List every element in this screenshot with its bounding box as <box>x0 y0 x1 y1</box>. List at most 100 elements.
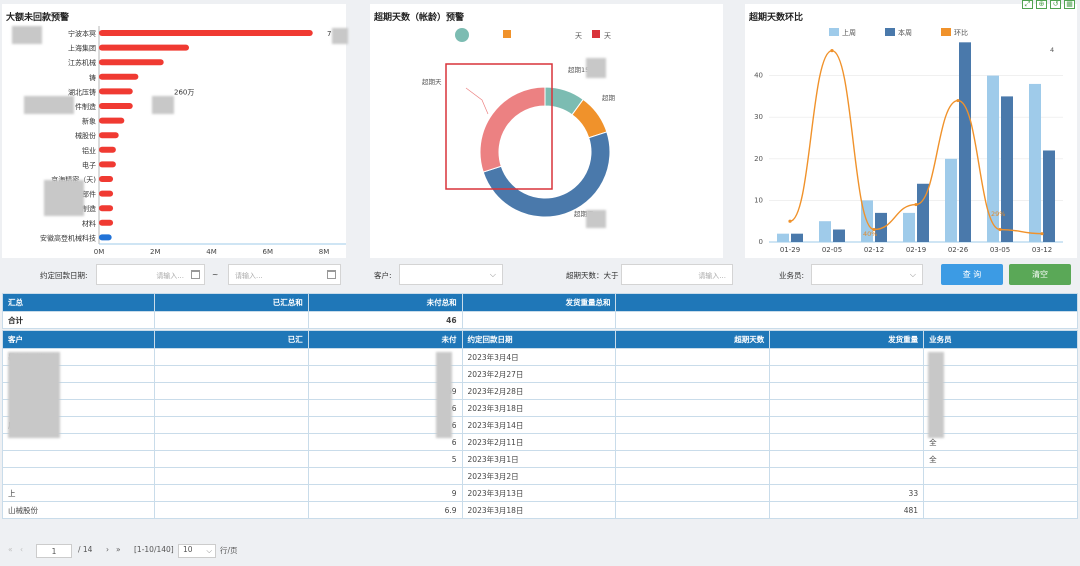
table-cell <box>769 467 925 485</box>
date-from-input[interactable]: 请输入... <box>96 264 205 285</box>
table-cell <box>615 484 771 502</box>
salesman-select[interactable]: ⌵ <box>811 264 923 285</box>
next-page-icon[interactable]: › <box>106 545 109 554</box>
column-header[interactable]: 客户 <box>2 330 155 349</box>
table-cell <box>153 450 309 468</box>
data-label: 29% <box>991 210 1005 218</box>
page-number-input[interactable]: 1 <box>36 544 72 558</box>
x-tick-label: 02-19 <box>906 246 926 254</box>
table-cell <box>923 467 1078 485</box>
data-label: 40% <box>863 230 877 238</box>
table-cell: 2023年3月13日 <box>461 484 617 502</box>
x-tick-label: 0M <box>94 248 105 256</box>
bar <box>99 44 189 51</box>
last-page-icon[interactable]: » <box>116 545 121 554</box>
table-cell <box>615 501 771 519</box>
bar <box>99 30 313 36</box>
table-row[interactable]: 6 2023年3月18日 <box>2 399 1078 417</box>
table-row[interactable]: 山械股份 6.9 2023年3月18日 481 <box>2 501 1078 519</box>
customer-select[interactable]: ⌵ <box>399 264 503 285</box>
column-header[interactable]: 约定回款日期 <box>461 330 617 349</box>
bar-value-label: 260万 <box>174 88 194 96</box>
label-line <box>465 87 489 115</box>
last-week-bar <box>777 233 789 242</box>
table-cell <box>153 365 309 383</box>
table-row[interactable]: 上 9 2023年3月13日 33 <box>2 484 1078 502</box>
table-cell <box>923 399 1078 417</box>
date-to-input[interactable]: 请输入... <box>228 264 341 285</box>
ratio-point <box>914 202 918 207</box>
last-week-bar <box>1029 83 1041 242</box>
overdue-days-placeholder: 请输入... <box>698 272 726 280</box>
table-cell: 2023年2月27日 <box>461 365 617 383</box>
last-week-bar <box>903 212 915 242</box>
table-cell <box>769 382 925 400</box>
overdue-days-label: 超期天数：大于 <box>566 271 619 280</box>
per-page-label: 行/页 <box>220 546 238 555</box>
table-row[interactable]: 2023年3月2日 <box>2 467 1078 485</box>
bar-category-label: 宁波本冥 <box>68 29 96 38</box>
table-row[interactable]: 属压铸62023年3月14日 <box>2 416 1078 434</box>
customer-label: 客户: <box>374 271 392 280</box>
x-tick-label: 4M <box>206 248 217 256</box>
prev-page-icon[interactable]: ‹ <box>20 545 23 554</box>
summary-header: 未付总和 <box>307 293 463 312</box>
slice-label: 超期 <box>602 93 616 102</box>
table-cell <box>769 348 925 366</box>
column-header[interactable]: 已汇 <box>153 330 309 349</box>
table-row[interactable]: 5 2023年3月1日 全 <box>2 450 1078 468</box>
legend-label: 天 <box>575 32 582 40</box>
column-header[interactable]: 业务员 <box>923 330 1078 349</box>
page-size-value: 10 <box>183 545 193 554</box>
overdue-days-input[interactable]: 请输入... <box>621 264 733 285</box>
date-to-placeholder: 请输入... <box>235 272 263 280</box>
table-row[interactable]: 暑部件（郑州）2023年3月4日 <box>2 348 1078 366</box>
last-week-bar <box>945 158 957 242</box>
table-cell: 2023年3月14日 <box>461 416 617 434</box>
table-cell <box>2 467 155 485</box>
slice-label: 超期天 <box>422 77 442 86</box>
table-cell <box>615 382 771 400</box>
table-cell <box>923 484 1078 502</box>
this-week-bar <box>833 229 845 242</box>
bar-category-label: 械股份 <box>75 131 96 140</box>
table-cell: 6.9 <box>307 501 463 519</box>
legend-swatch <box>829 28 839 36</box>
due-date-label: 约定回款日期: <box>40 271 88 280</box>
this-week-bar <box>1001 96 1013 243</box>
ratio-point <box>998 227 1002 232</box>
query-button[interactable]: 查 询 <box>941 264 1003 285</box>
ratio-point <box>1040 232 1044 236</box>
table-cell: 全 <box>923 433 1078 451</box>
summary-cell <box>461 311 617 329</box>
calendar-icon[interactable] <box>191 270 200 279</box>
bar-category-label: 电子 <box>82 160 96 169</box>
table-cell <box>923 501 1078 519</box>
summary-cell: 合计 <box>2 311 155 329</box>
column-header[interactable]: 发货重量 <box>769 330 925 349</box>
table-cell: 2023年2月11日 <box>461 433 617 451</box>
bar-category-label: 江苏机械 <box>68 58 96 67</box>
overdue-amount-panel: 大额未回款预警 宁波本冥上海集团江苏机械铸湖北压铸件制造新象械股份铝业电子京海精… <box>2 4 348 258</box>
table-row[interactable]: 2023年2月27日 <box>2 365 1078 383</box>
y-tick-label: 40 <box>754 72 763 80</box>
bar-category-label: 上海集团 <box>68 44 96 53</box>
y-tick-label: 0 <box>759 238 763 246</box>
table-cell <box>923 416 1078 434</box>
table-cell <box>923 365 1078 383</box>
record-range: [1-10/140] <box>134 545 174 554</box>
redaction <box>586 58 606 78</box>
bar <box>99 234 112 241</box>
bar <box>99 132 119 139</box>
bar-category-label: 部件 <box>82 190 96 199</box>
table-row[interactable]: 692023年2月28日 <box>2 382 1078 400</box>
column-header[interactable]: 超期天数 <box>615 330 771 349</box>
table-cell <box>615 450 771 468</box>
first-page-icon[interactable]: « <box>8 545 13 554</box>
clear-button[interactable]: 清空 <box>1009 264 1071 285</box>
page-size-select[interactable]: 10 ⌵ <box>178 544 216 558</box>
calendar-icon[interactable] <box>327 270 336 279</box>
table-row[interactable]: 6 2023年2月11日全 <box>2 433 1078 451</box>
column-header[interactable]: 未付 <box>307 330 463 349</box>
table-cell <box>153 416 309 434</box>
